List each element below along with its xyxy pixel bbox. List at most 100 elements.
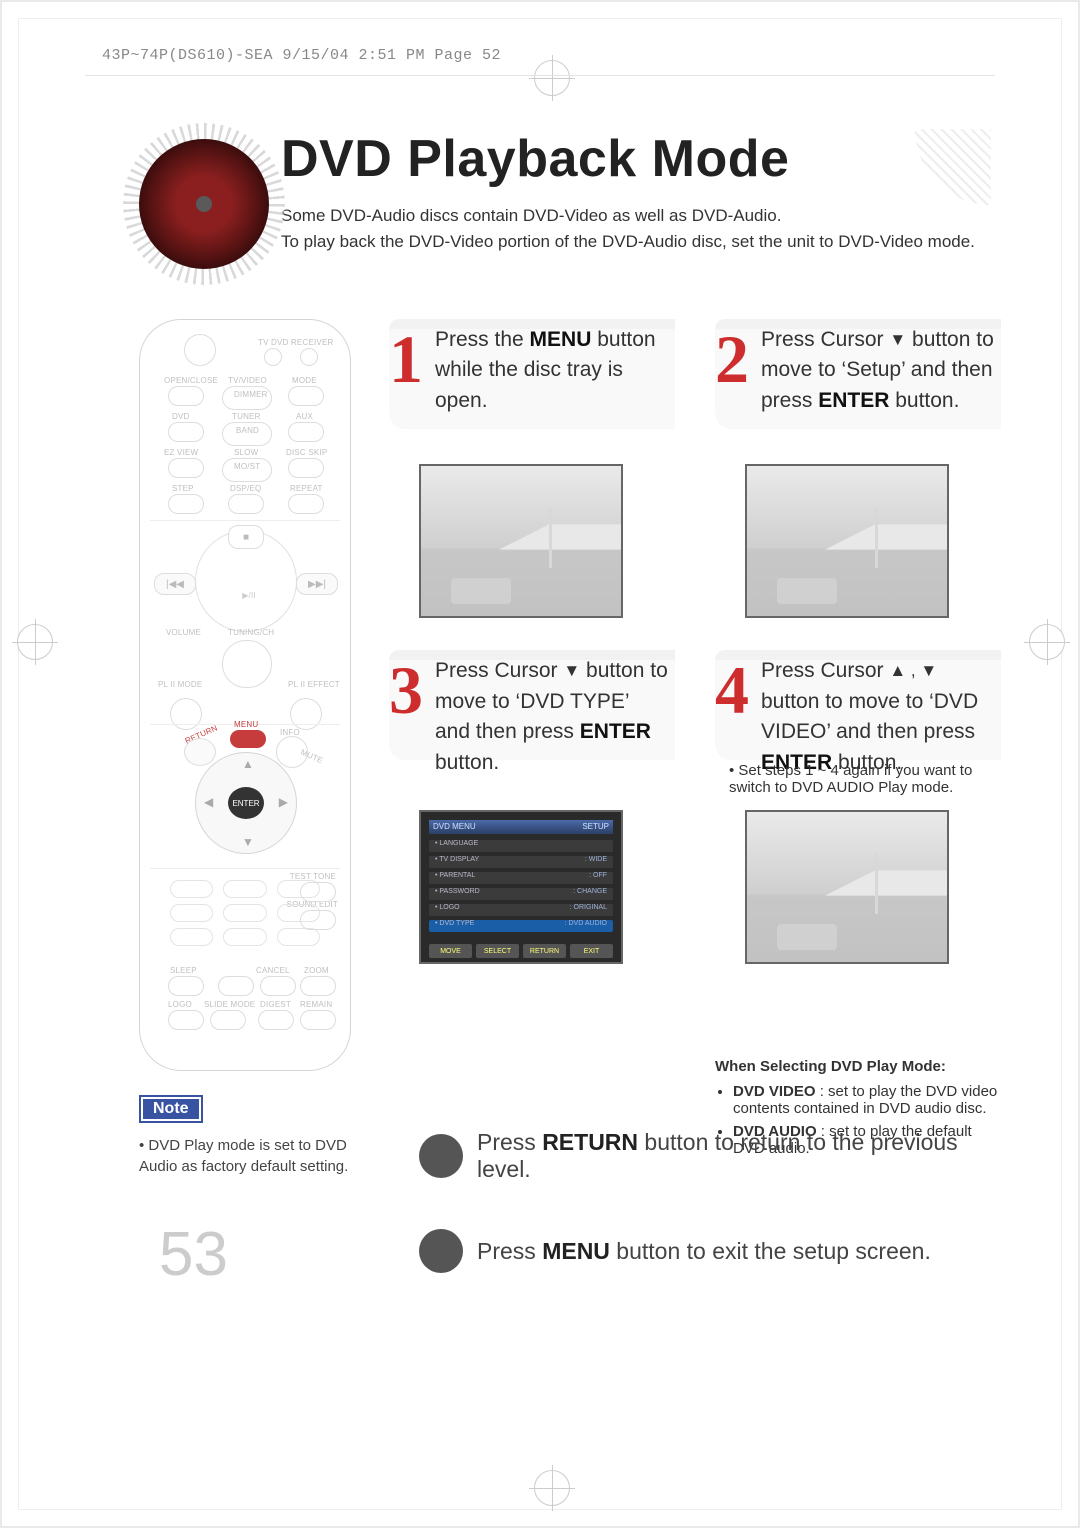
remote-label-logo: LOGO	[168, 1000, 192, 1009]
remote-pleffect-button	[290, 698, 322, 730]
step-4-text: Press Cursor ▲ , ▼ button to move to ‘DV…	[761, 656, 995, 778]
remote-label-dspeq: DSP/EQ	[230, 484, 261, 493]
remote-label-step: STEP	[172, 484, 194, 493]
remote-label-tuning: TUNING/CH	[228, 628, 274, 637]
remote-info-button	[276, 736, 308, 768]
remote-soundedit-button	[300, 910, 336, 930]
header-rule	[85, 75, 995, 76]
lead-paragraph: Some DVD-Audio discs contain DVD-Video a…	[281, 203, 991, 254]
remote-label-slidemode: SLIDE MODE	[204, 1000, 255, 1009]
remote-mode-button	[288, 386, 324, 406]
remote-dpad: ▲ ▼ ◀ ▶ ENTER	[195, 752, 297, 854]
step-3: 3 Press Cursor ▼ button to move to ‘DVD …	[389, 650, 675, 1163]
return-menu-instructions: Press RETURN button to return to the pre…	[419, 1129, 981, 1319]
registration-mark-left	[17, 624, 53, 660]
remote-label-mode: MODE	[292, 376, 317, 385]
remote-illustration: TV DVD RECEIVER OPEN/CLOSE TV/VIDEO MODE…	[139, 319, 351, 1071]
step-1: 1 Press the MENU button while the disc t…	[389, 319, 675, 618]
step-2-screenshot	[745, 464, 949, 618]
remote-label-menu: MENU	[234, 720, 258, 729]
remote-return-button	[184, 738, 216, 766]
remote-zoom-button	[300, 976, 336, 996]
remote-enter-button: ENTER	[228, 787, 264, 819]
remote-label-dimmer: DIMMER	[234, 390, 268, 399]
select-heading: When Selecting DVD Play Mode:	[715, 1058, 1001, 1075]
remote-next-button: ▶▶|	[296, 573, 338, 595]
remote-tune-rocker	[222, 640, 272, 688]
remote-label-open: OPEN/CLOSE	[164, 376, 218, 385]
remote-label-most: MO/ST	[234, 462, 260, 471]
remote-prev-button: |◀◀	[154, 573, 196, 595]
remote-label-tvvideo: TV/VIDEO	[228, 376, 267, 385]
step-1-screenshot	[419, 464, 623, 618]
remote-label-ezview: EZ VIEW	[164, 448, 198, 457]
page-title: DVD Playback Mode	[281, 129, 991, 189]
remote-digest-button	[258, 1010, 294, 1030]
step-4-screenshot	[745, 810, 949, 964]
remote-power-button	[184, 334, 216, 366]
remote-label-dvd: DVD	[172, 412, 190, 421]
remote-testtone-button	[300, 882, 336, 902]
cursor-down-icon: ▼	[563, 659, 580, 684]
step-3-number: 3	[389, 656, 423, 724]
remote-label-discskip: DISC SKIP	[286, 448, 327, 457]
remote-sleep-button	[168, 976, 204, 996]
remote-receiver-circle	[300, 348, 318, 366]
remote-menu-button	[230, 730, 266, 748]
remote-numpad	[170, 880, 320, 946]
remote-aux-button	[288, 422, 324, 442]
step-3-text: Press Cursor ▼ button to move to ‘DVD TY…	[435, 656, 669, 778]
cursor-up-down-icon: ▲ , ▼	[889, 659, 937, 684]
remote-remain-button	[300, 1010, 336, 1030]
remote-label-zoom: ZOOM	[304, 966, 329, 975]
digital-corner-ornament	[911, 129, 991, 209]
bullet-icon	[419, 1229, 463, 1273]
step-1-text: Press the MENU button while the disc tra…	[435, 325, 669, 416]
remote-label-slow: SLOW	[234, 448, 258, 457]
remote-ezview-button	[168, 458, 204, 478]
remote-label-cancel: CANCEL	[256, 966, 290, 975]
step-3-screenshot: DVD MENUSETUP • LANGUAGE • TV DISPLAY: W…	[419, 810, 623, 964]
cursor-down-icon: ▼	[889, 328, 906, 353]
remote-dvd-button	[168, 422, 204, 442]
remote-dpad-down: ▼	[242, 835, 254, 849]
bullet-icon	[419, 1134, 463, 1178]
remote-label-repeat: REPEAT	[290, 484, 323, 493]
step-1-number: 1	[389, 325, 423, 393]
remote-tv-circle	[264, 348, 282, 366]
print-slug: 43P~74P(DS610)-SEA 9/15/04 2:51 PM Page …	[102, 47, 501, 64]
note-badge: Note	[139, 1095, 203, 1123]
remote-open-button	[168, 386, 204, 406]
note-text: DVD Play mode is set to DVD Audio as fac…	[139, 1135, 369, 1177]
speaker-icon	[139, 139, 269, 269]
step-2-number: 2	[715, 325, 749, 393]
remote-label-remain: REMAIN	[300, 1000, 332, 1009]
remote-cancel-button	[260, 976, 296, 996]
note-block: Note DVD Play mode is set to DVD Audio a…	[139, 1095, 369, 1177]
step-2-text: Press Cursor ▼ button to move to ‘Setup’…	[761, 325, 995, 416]
remote-label-volume: VOLUME	[166, 628, 201, 637]
step-4: 4 Press Cursor ▲ , ▼ button to move to ‘…	[715, 650, 1001, 1163]
step-4-subnote: • Set steps 1 ~ 4 again if you want to s…	[729, 762, 1001, 796]
registration-mark-right	[1029, 624, 1065, 660]
registration-mark-top	[534, 60, 570, 96]
remote-discskip-button	[288, 458, 324, 478]
remote-plmode-button	[170, 698, 202, 730]
remote-label-band: BAND	[236, 426, 259, 435]
page-number: 53	[159, 1219, 228, 1290]
remote-label-tv: TV DVD RECEIVER	[258, 338, 333, 347]
remote-dspeq-button	[228, 494, 264, 514]
lead-line-2: To play back the DVD-Video portion of th…	[281, 232, 975, 251]
step-4-number: 4	[715, 656, 749, 724]
remote-label-plmode: PL II MODE	[158, 680, 200, 689]
remote-label-tuner: TUNER	[232, 412, 261, 421]
registration-mark-bottom	[534, 1470, 570, 1506]
remote-dpad-right: ▶	[279, 795, 288, 809]
remote-label-pleffect: PL II EFFECT	[288, 680, 330, 689]
remote-step-button	[168, 494, 204, 514]
remote-label-sleep: SLEEP	[170, 966, 197, 975]
remote-stop-button: ■	[228, 525, 264, 549]
remote-transport-wheel: |◀◀ ■ ▶▶| ▶/II	[195, 530, 297, 632]
remote-dpad-up: ▲	[242, 757, 254, 771]
remote-dpad-left: ◀	[204, 795, 213, 809]
